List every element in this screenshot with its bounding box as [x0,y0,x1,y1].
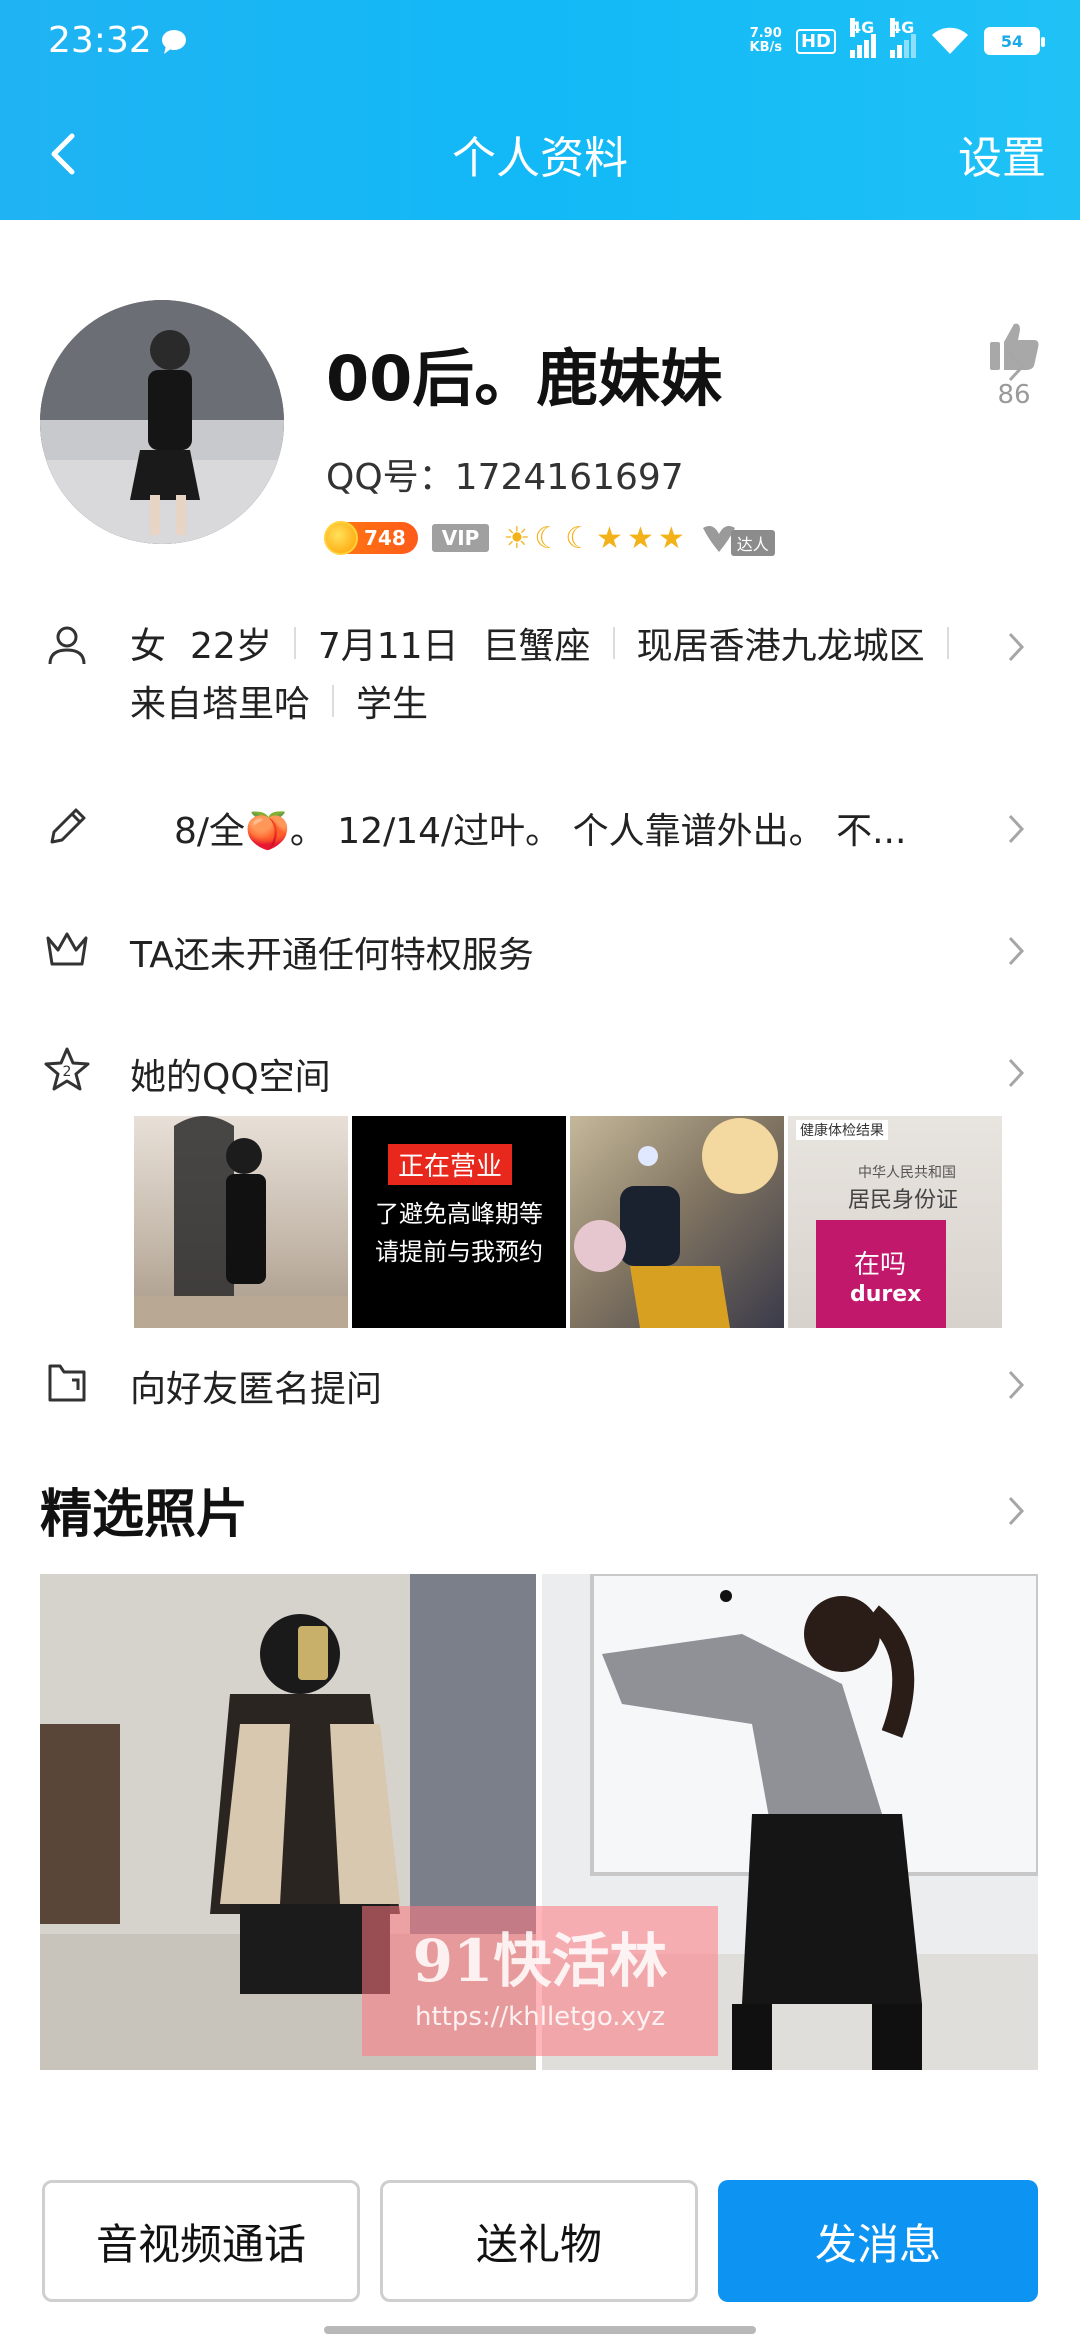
bottom-action-bar: 音视频通话 送礼物 发消息 [0,2180,1080,2310]
star-icon: ★ [596,520,623,556]
qzone-photo[interactable]: 正在营业 了避免高峰期等 请提前与我预约 [352,1116,566,1328]
qzone-overlay-top: 健康体检结果 [796,1120,888,1140]
settings-button[interactable]: 设置 [958,122,1046,186]
status-bar: 23:32 7.90 KB/s HD 4G 4G 54 [0,0,1080,90]
av-call-button[interactable]: 音视频通话 [42,2180,360,2302]
daren-label: 达人 [730,530,775,556]
page-title: 个人资料 [452,133,628,184]
qzone-overlay-line2: 请提前与我预约 [375,1238,543,1266]
status-time: 23:32 [48,20,152,61]
level-number: 748 [364,526,406,550]
navbar: 个人资料 设置 [0,100,1080,210]
zodiac: 巨蟹座 [482,626,591,667]
qzone-overlay-line1: 了避免高峰期等 [375,1200,543,1228]
chevron-right-icon [1008,814,1025,844]
qzone-photo[interactable] [570,1116,784,1328]
moon-icon: ☾ [534,520,562,556]
status-indicators: 7.90 KB/s HD 4G 4G 54 [750,18,1045,58]
signal-icon-2: 4G [890,18,916,58]
qzone-photos: 正在营业 了避免高峰期等 请提前与我预约 健康体检结果 中华人民共和国 居民身份… [134,1116,1002,1328]
occupation: 学生 [356,684,429,725]
watermark-url: https://khlletgo.xyz [414,2002,665,2032]
info-line-2: 来自塔里哈 学生 [130,672,971,730]
level-badge[interactable]: 748 [324,521,418,555]
info-text: 女 22岁 7月11日 巨蟹座 现居香港九龙城区 来自塔里哈 学生 [130,614,971,730]
send-gift-button[interactable]: 送礼物 [380,2180,698,2302]
avatar-image [40,300,284,544]
level-icons[interactable]: ☀ ☾ ☾ ★ ★ ★ [503,521,684,556]
qzone-id-line2: 居民身份证 [848,1188,959,1213]
pencil-icon [50,808,86,844]
signal1-label: 4G [850,18,875,37]
hd-icon: HD [795,28,836,54]
age: 22岁 [190,626,272,667]
daren-badge[interactable]: 达人 [699,520,775,556]
qzone-overlay-title: 正在营业 [388,1144,513,1185]
profile-header: 00后。鹿妹妹 QQ号：1724161697 748 VIP ☀ ☾ ☾ ★ ★… [0,300,1080,570]
chevron-right-icon[interactable] [1006,1494,1026,1528]
moon-icon: ☾ [565,520,593,556]
net-speed: 7.90 KB/s [750,27,782,55]
privilege-row[interactable]: TA还未开通任何特权服务 [0,920,1080,990]
home-indicator[interactable] [324,2326,756,2334]
chevron-right-icon [1008,1058,1025,1088]
nickname: 00后。鹿妹妹 [326,342,723,415]
person-icon [48,626,86,665]
crown-icon [46,932,88,966]
net-speed-unit: KB/s [749,40,782,55]
birthday: 7月11日 [317,626,459,667]
gender: 女 [130,626,167,667]
question-box-icon [48,1364,86,1402]
location: 现居香港九龙城区 [636,626,925,667]
header: 23:32 7.90 KB/s HD 4G 4G 54 个人资料 设置 [0,0,1080,220]
watermark-main: 91快活林 [412,1927,668,1995]
info-line-1: 女 22岁 7月11日 巨蟹座 现居香港九龙城区 [130,614,971,672]
net-speed-value: 7.90 [749,26,782,41]
signal-icon: 4G [850,18,876,58]
vip-badge[interactable]: VIP [431,524,490,552]
send-message-button[interactable]: 发消息 [718,2180,1038,2302]
chevron-right-icon [1008,1370,1025,1400]
badges-row: 748 VIP ☀ ☾ ☾ ★ ★ ★ 达人 [324,518,775,558]
qzone-overlay-text: 在吗 [854,1250,907,1280]
chevron-right-icon[interactable] [1006,350,1026,384]
featured-photos-title: 精选照片 [40,1485,249,1545]
durex-label: durex [850,1282,922,1307]
info-row[interactable]: 女 22岁 7月11日 巨蟹座 现居香港九龙城区 来自塔里哈 学生 [0,610,1080,750]
star-icon: ★ [657,520,685,556]
qzone-row[interactable]: 2 她的QQ空间 [0,1042,1080,1112]
qzone-text: 她的QQ空间 [130,1057,331,1098]
anonymous-question-row[interactable]: 向好友匿名提问 [0,1354,1080,1424]
avatar[interactable] [40,300,284,544]
sun-icon: ☀ [503,520,531,556]
watermark: 91快活林 https://khlletgo.xyz [362,1906,718,2056]
photo-image [574,1118,778,1328]
qq-number: QQ号：1724161697 [326,457,684,498]
like-count: 86 [997,380,1031,410]
chevron-right-icon [1008,936,1025,966]
question-text: 向好友匿名提问 [130,1369,383,1410]
qzone-id-line1: 中华人民共和国 [858,1165,956,1181]
qzone-photo[interactable] [134,1116,348,1328]
chevron-right-icon [1008,632,1025,662]
qzone-photo[interactable]: 健康体检结果 中华人民共和国 居民身份证 在吗 durex [788,1116,1002,1328]
signature-text: 8/全🍑。 12/14/过叶。 个人靠谱外出。 不... [174,811,907,852]
coin-icon [324,521,358,555]
photo-image [134,1116,348,1328]
battery-icon: 54 [984,27,1045,55]
privilege-text: TA还未开通任何特权服务 [130,935,534,976]
hometown: 来自塔里哈 [130,684,311,725]
signature-row[interactable]: 8/全🍑。 12/14/过叶。 个人靠谱外出。 不... [0,800,1080,870]
signal2-label: 4G [890,18,915,37]
star-icon: ★ [626,520,654,556]
chat-bubble-icon [162,30,186,54]
svg-text:2: 2 [63,1064,72,1080]
wifi-icon [932,27,968,54]
qzone-star-icon: 2 [44,1047,90,1091]
